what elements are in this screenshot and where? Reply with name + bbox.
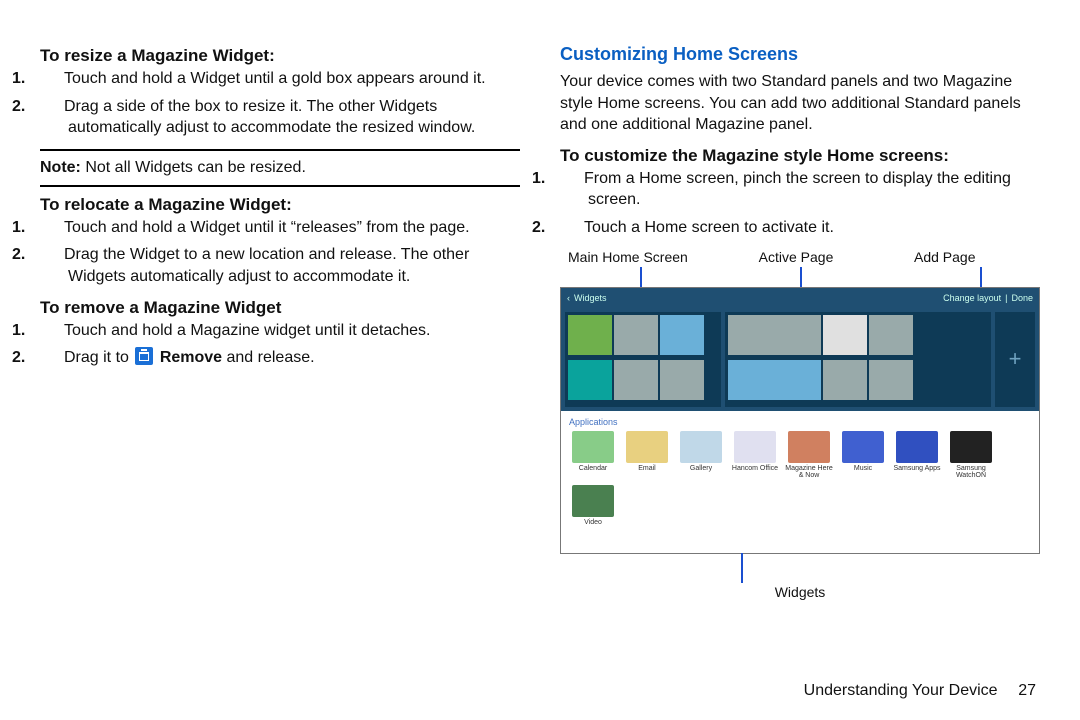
- list-text: Touch and hold a Widget until a gold box…: [64, 70, 486, 87]
- app-item: Hancom Office: [731, 431, 779, 479]
- app-item: Magazine Here & Now: [785, 431, 833, 479]
- panel-active: [725, 312, 991, 407]
- callout-main-home: Main Home Screen: [568, 249, 718, 265]
- device-screenshot: ‹ Widgets Change layout | Done: [560, 287, 1040, 554]
- callout-add-page: Add Page: [874, 249, 1040, 265]
- app-label: Video: [584, 519, 602, 526]
- app-label: Samsung Apps: [893, 465, 940, 472]
- list-text-pre: Drag it to: [64, 349, 133, 366]
- divider: |: [1005, 293, 1007, 303]
- tile: [614, 315, 658, 355]
- app-icon: [680, 431, 722, 463]
- app-icon: [842, 431, 884, 463]
- app-icon: [950, 431, 992, 463]
- tile: [568, 315, 612, 355]
- note: Note: Not all Widgets can be resized.: [40, 159, 520, 177]
- intro-text: Your device comes with two Standard pane…: [560, 71, 1040, 136]
- apps-area: Applications Calendar Email Gallery Hanc…: [561, 411, 1039, 532]
- panel-main-home: [565, 312, 721, 407]
- app-label: Hancom Office: [732, 465, 778, 472]
- topbar-change-layout: Change layout: [943, 293, 1001, 303]
- callout-active-page: Active Page: [726, 249, 866, 265]
- divider: [40, 185, 520, 187]
- footer-page-number: 27: [1002, 682, 1036, 700]
- app-icon: [734, 431, 776, 463]
- list-text: Touch and hold a Widget until it “releas…: [64, 219, 470, 236]
- footer-section: Understanding Your Device: [804, 682, 998, 699]
- tile: [660, 315, 704, 355]
- plus-icon: +: [1009, 346, 1022, 372]
- list-item: 2.Drag the Widget to a new location and …: [40, 244, 520, 287]
- app-item: Samsung WatchON: [947, 431, 995, 479]
- list-remove: 1.Touch and hold a Magazine widget until…: [40, 320, 520, 369]
- apps-heading: Applications: [569, 417, 1031, 427]
- panel-row: +: [561, 308, 1039, 411]
- list-item: 2.Drag it to Remove and release.: [40, 347, 520, 369]
- app-label: Music: [854, 465, 872, 472]
- list-item: 1.Touch and hold a Magazine widget until…: [40, 320, 520, 342]
- heading-customize-steps: To customize the Magazine style Home scr…: [560, 146, 1040, 166]
- app-icon: [788, 431, 830, 463]
- app-item: Video: [569, 485, 617, 526]
- list-text: Drag a side of the box to resize it. The…: [64, 98, 475, 137]
- leader-line: [741, 553, 743, 583]
- app-item: Samsung Apps: [893, 431, 941, 479]
- list-text: From a Home screen, pinch the screen to …: [584, 170, 1011, 209]
- topbar-title: Widgets: [574, 293, 607, 303]
- list-item: 2.Drag a side of the box to resize it. T…: [40, 96, 520, 139]
- app-item: Email: [623, 431, 671, 479]
- list-text: Touch and hold a Magazine widget until i…: [64, 322, 430, 339]
- tile: [869, 360, 913, 400]
- app-item: Music: [839, 431, 887, 479]
- list-item: 1.Touch and hold a Widget until it “rele…: [40, 217, 520, 239]
- tile: [728, 315, 821, 355]
- note-label: Note:: [40, 159, 81, 176]
- tile: [660, 360, 704, 400]
- app-icon: [572, 485, 614, 517]
- diagram: Main Home Screen Active Page Add Page ‹ …: [560, 249, 1040, 600]
- app-label: Email: [638, 465, 656, 472]
- app-label: Magazine Here & Now: [785, 465, 833, 479]
- remove-label: Remove: [160, 349, 222, 366]
- app-icon: [896, 431, 938, 463]
- panel-add: +: [995, 312, 1035, 407]
- device-topbar: ‹ Widgets Change layout | Done: [561, 288, 1039, 308]
- note-text: Not all Widgets can be resized.: [81, 159, 306, 176]
- app-icon: [572, 431, 614, 463]
- list-item: 1.From a Home screen, pinch the screen t…: [560, 168, 1040, 211]
- page-footer: Understanding Your Device 27: [804, 682, 1036, 700]
- heading-resize: To resize a Magazine Widget:: [40, 46, 520, 66]
- tile: [869, 315, 913, 355]
- heading-remove: To remove a Magazine Widget: [40, 298, 520, 318]
- list-text: Drag the Widget to a new location and re…: [64, 246, 469, 285]
- list-customize: 1.From a Home screen, pinch the screen t…: [560, 168, 1040, 239]
- callout-widgets: Widgets: [560, 584, 1040, 600]
- list-item: 1.Touch and hold a Widget until a gold b…: [40, 68, 520, 90]
- tile: [823, 360, 867, 400]
- tile: [728, 360, 821, 400]
- tile: [614, 360, 658, 400]
- app-label: Samsung WatchON: [947, 465, 995, 479]
- back-icon: ‹: [567, 293, 570, 303]
- tile: [568, 360, 612, 400]
- trash-icon: [135, 347, 153, 365]
- topbar-done: Done: [1011, 293, 1033, 303]
- heading-relocate: To relocate a Magazine Widget:: [40, 195, 520, 215]
- list-text-post: and release.: [222, 349, 315, 366]
- tile: [823, 315, 867, 355]
- app-icon: [626, 431, 668, 463]
- list-item: 2.Touch a Home screen to activate it.: [560, 217, 1040, 239]
- app-item: Gallery: [677, 431, 725, 479]
- list-relocate: 1.Touch and hold a Widget until it “rele…: [40, 217, 520, 288]
- app-item: Calendar: [569, 431, 617, 479]
- app-label: Gallery: [690, 465, 712, 472]
- heading-customizing: Customizing Home Screens: [560, 44, 1040, 65]
- app-label: Calendar: [579, 465, 607, 472]
- divider: [40, 149, 520, 151]
- list-resize: 1.Touch and hold a Widget until a gold b…: [40, 68, 520, 139]
- list-text: Touch a Home screen to activate it.: [584, 219, 834, 236]
